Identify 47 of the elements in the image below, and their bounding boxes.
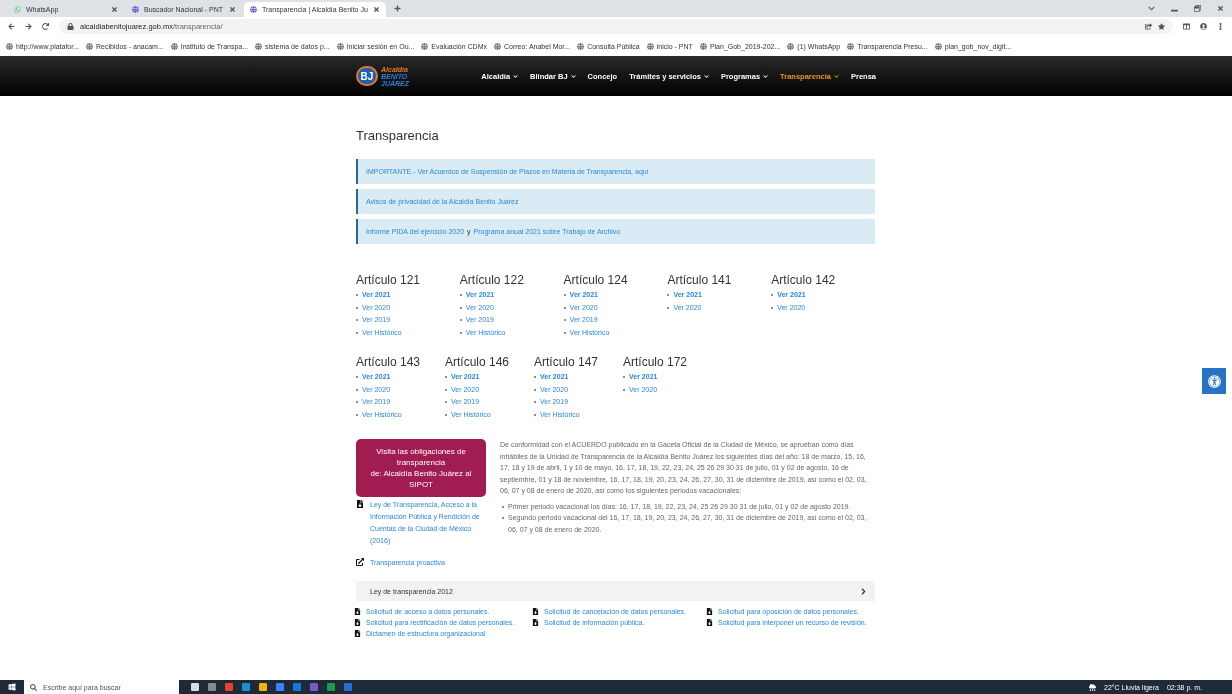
file-download-icon (706, 619, 713, 626)
sipot-button[interactable]: Visita las obligaciones de transparencia de: Alcaldía Benito Juárez al SIPOT (356, 439, 486, 497)
article-heading: Artículo 121 (356, 273, 422, 287)
reload-icon[interactable] (42, 23, 49, 30)
article-heading: Artículo 172 (623, 355, 689, 369)
article-heading: Artículo 146 (445, 355, 511, 369)
file-download-icon (354, 608, 361, 615)
chevron-down-icon (763, 73, 769, 79)
article-heading: Artículo 124 (563, 273, 629, 287)
article-heading: Artículo 143 (356, 355, 422, 369)
side-panel-icon[interactable] (1183, 23, 1190, 30)
back-icon[interactable] (8, 23, 15, 30)
close-icon[interactable] (229, 6, 236, 13)
menu-icon[interactable] (1217, 23, 1224, 30)
avatar-icon[interactable] (1200, 23, 1207, 30)
file-download-icon (354, 630, 361, 637)
file-download-icon (532, 608, 539, 615)
file-download-icon (532, 619, 539, 626)
article-heading: Artículo 147 (534, 355, 600, 369)
article-heading: Artículo 142 (771, 273, 837, 287)
external-link-icon (356, 558, 364, 568)
accessibility-icon (1207, 374, 1221, 388)
chevron-down-icon[interactable] (1148, 5, 1155, 12)
close-icon[interactable] (1217, 5, 1224, 12)
close-icon[interactable] (372, 6, 380, 13)
file-download-icon (356, 500, 364, 510)
restore-icon[interactable] (1194, 5, 1201, 12)
lock-icon (67, 23, 74, 30)
chevron-icon (860, 587, 867, 595)
chevron-down-icon (833, 73, 839, 79)
star-icon[interactable] (1158, 23, 1165, 30)
close-icon[interactable] (111, 6, 118, 13)
article-heading: Artículo 141 (667, 273, 733, 287)
accessibility-button[interactable] (1202, 368, 1226, 394)
article-heading: Artículo 122 (459, 273, 525, 287)
file-download-icon (706, 608, 713, 615)
file-download-icon (354, 619, 361, 626)
search-icon (30, 683, 37, 691)
forward-icon[interactable] (25, 23, 32, 30)
weather-icon (1089, 683, 1096, 691)
plus-icon[interactable] (393, 5, 401, 12)
share-icon[interactable] (1145, 23, 1152, 30)
chevron-down-icon (703, 73, 709, 79)
page-title: Transparencia (356, 128, 440, 143)
chevron-down-icon (570, 73, 576, 79)
chevron-down-icon (513, 73, 519, 79)
logo-mark[interactable]: BJ (356, 66, 378, 86)
